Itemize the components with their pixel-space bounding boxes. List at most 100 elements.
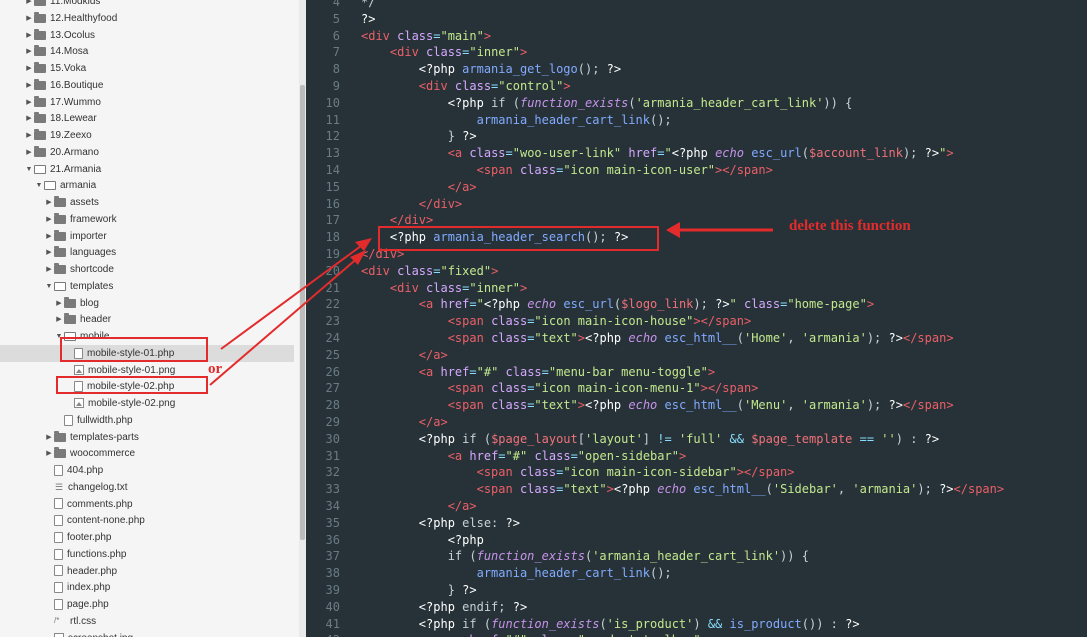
collapsed-arrow-icon[interactable]: ▶ xyxy=(44,261,54,278)
expanded-arrow-icon[interactable]: ▼ xyxy=(34,177,44,194)
collapsed-arrow-icon[interactable]: ▶ xyxy=(44,194,54,211)
code-editor[interactable]: 4 */5 ?> 6 <div class="main"> 7 <div class="i… xyxy=(306,0,1087,637)
expanded-arrow-icon[interactable]: ▼ xyxy=(24,161,34,178)
tree-folder-row[interactable]: ▶ blog xyxy=(54,295,99,312)
sidebar-scrollbar-thumb[interactable] xyxy=(300,85,305,540)
collapsed-arrow-icon[interactable]: ▶ xyxy=(24,94,34,111)
code-line[interactable]: 12 } ?> xyxy=(306,128,1087,145)
tree-folder-row[interactable]: ▶ 14.Mosa xyxy=(24,43,88,60)
tree-folder-row[interactable]: ▶ 18.Lewear xyxy=(24,110,97,127)
tree-file-row[interactable]: screenshot.jpg xyxy=(44,630,133,637)
tree-folder-row[interactable]: ▶ 16.Boutique xyxy=(24,77,103,94)
collapsed-arrow-icon[interactable]: ▶ xyxy=(24,43,34,60)
code-line[interactable]: 25 </a> xyxy=(306,347,1087,364)
code-line[interactable]: 34 </a> xyxy=(306,498,1087,515)
code-line[interactable]: 6 <div class="main"> xyxy=(306,28,1087,45)
code-line[interactable]: 24 <span class="text"><?php echo esc_htm… xyxy=(306,330,1087,347)
tree-file-row[interactable]: content-none.php xyxy=(44,512,145,529)
tree-folder-row[interactable]: ▶ 11.Modkids xyxy=(24,0,100,10)
code-line[interactable]: 13 <a class="woo-user-link" href="<?php … xyxy=(306,145,1087,162)
code-line[interactable]: 10 <?php if (function_exists('armania_he… xyxy=(306,95,1087,112)
code-line[interactable]: 20 <div class="fixed"> xyxy=(306,263,1087,280)
tree-folder-row[interactable]: ▶ shortcode xyxy=(44,261,114,278)
collapsed-arrow-icon[interactable]: ▶ xyxy=(44,211,54,228)
collapsed-arrow-icon[interactable]: ▶ xyxy=(44,244,54,261)
code-line[interactable]: 23 <span class="icon main-icon-house"></… xyxy=(306,313,1087,330)
sidebar-scrollbar[interactable] xyxy=(299,0,306,637)
collapsed-arrow-icon[interactable]: ▶ xyxy=(24,60,34,77)
code-line[interactable]: 8 <?php armania_get_logo(); ?> xyxy=(306,61,1087,78)
tree-folder-row[interactable]: ▶ 15.Voka xyxy=(24,60,86,77)
tree-folder-row[interactable]: ▶ framework xyxy=(44,211,117,228)
expanded-arrow-icon[interactable]: ▼ xyxy=(44,278,54,295)
code-line[interactable]: 37 if (function_exists('armania_header_c… xyxy=(306,548,1087,565)
code-line[interactable]: 30 <?php if ($page_layout['layout'] != '… xyxy=(306,431,1087,448)
tree-folder-row[interactable]: ▶ woocommerce xyxy=(44,445,135,462)
code-line[interactable]: 21 <div class="inner"> xyxy=(306,280,1087,297)
code-line[interactable]: 26 <a href="#" class="menu-bar menu-togg… xyxy=(306,364,1087,381)
code-line[interactable]: 15 </a> xyxy=(306,179,1087,196)
code-line[interactable]: 29 </a> xyxy=(306,414,1087,431)
tree-folder-row[interactable]: ▶ 12.Healthyfood xyxy=(24,10,117,27)
collapsed-arrow-icon[interactable]: ▶ xyxy=(44,228,54,245)
collapsed-arrow-icon[interactable]: ▶ xyxy=(24,127,34,144)
tree-file-row[interactable]: comments.php xyxy=(44,496,133,513)
tree-file-row[interactable]: /* rtl.css xyxy=(44,613,96,630)
tree-file-row[interactable]: functions.php xyxy=(44,546,127,563)
code-line[interactable]: 41 <?php if (function_exists('is_product… xyxy=(306,616,1087,633)
collapsed-arrow-icon[interactable]: ▶ xyxy=(44,429,54,446)
code-token: (); xyxy=(649,566,672,581)
code-line[interactable]: 5 ?> xyxy=(306,11,1087,28)
tree-file-row[interactable]: fullwidth.php xyxy=(54,412,133,429)
tree-file-row[interactable]: mobile-style-02.png xyxy=(64,395,175,412)
code-token: $account_link xyxy=(809,146,903,161)
tree-folder-row[interactable]: ▼ templates xyxy=(44,278,114,295)
code-line[interactable]: 7 <div class="inner"> xyxy=(306,44,1087,61)
collapsed-arrow-icon[interactable]: ▶ xyxy=(54,295,64,312)
tree-folder-row[interactable]: ▶ languages xyxy=(44,244,116,261)
tree-file-row[interactable]: header.php xyxy=(44,563,117,580)
collapsed-arrow-icon[interactable]: ▶ xyxy=(24,110,34,127)
code-line[interactable]: 39 } ?> xyxy=(306,582,1087,599)
tree-folder-row[interactable]: ▶ importer xyxy=(44,228,107,245)
code-line[interactable]: 4 */ xyxy=(306,0,1087,11)
tree-folder-row[interactable]: ▶ assets xyxy=(44,194,99,211)
tree-folder-row[interactable]: ▶ 19.Zeexo xyxy=(24,127,92,144)
code-line[interactable]: 11 armania_header_cart_link(); xyxy=(306,112,1087,129)
collapsed-arrow-icon[interactable]: ▶ xyxy=(24,10,34,27)
tree-file-row[interactable]: 404.php xyxy=(44,462,103,479)
tree-file-row[interactable]: footer.php xyxy=(44,529,111,546)
tree-file-row[interactable]: ☰ changelog.txt xyxy=(44,479,128,496)
tree-file-row[interactable]: page.php xyxy=(44,596,109,613)
collapsed-arrow-icon[interactable]: ▶ xyxy=(24,0,34,10)
tree-folder-row[interactable]: ▶ header xyxy=(54,311,111,328)
code-line[interactable]: 32 <span class="icon main-icon-sidebar">… xyxy=(306,464,1087,481)
code-line[interactable]: 35 <?php else: ?> xyxy=(306,515,1087,532)
collapsed-arrow-icon[interactable]: ▶ xyxy=(54,311,64,328)
code-line[interactable]: 42 <a href="#" class="product-toolbar"> xyxy=(306,632,1087,637)
code-line[interactable]: 36 <?php xyxy=(306,532,1087,549)
tree-folder-row[interactable]: ▼ 21.Armania xyxy=(24,161,102,178)
tree-file-row[interactable]: index.php xyxy=(44,579,110,596)
code-token: ); xyxy=(902,146,925,161)
code-line[interactable]: 33 <span class="text"><?php echo esc_htm… xyxy=(306,481,1087,498)
collapsed-arrow-icon[interactable]: ▶ xyxy=(24,77,34,94)
code-line[interactable]: 28 <span class="text"><?php echo esc_htm… xyxy=(306,397,1087,414)
code-line[interactable]: 38 armania_header_cart_link(); xyxy=(306,565,1087,582)
code-line[interactable]: 22 <a href="<?php echo esc_url($logo_lin… xyxy=(306,296,1087,313)
collapsed-arrow-icon[interactable]: ▶ xyxy=(24,27,34,44)
tree-folder-row[interactable]: ▶ templates-parts xyxy=(44,429,139,446)
tree-folder-row[interactable]: ▶ 13.Ocolus xyxy=(24,27,95,44)
tree-folder-row[interactable]: ▶ 17.Wummo xyxy=(24,94,101,111)
collapsed-arrow-icon[interactable]: ▶ xyxy=(44,445,54,462)
code-line[interactable]: 14 <span class="icon main-icon-user"></s… xyxy=(306,162,1087,179)
code-line[interactable]: 27 <span class="icon main-icon-menu-1"><… xyxy=(306,380,1087,397)
tree-folder-row[interactable]: ▼ armania xyxy=(34,177,97,194)
tree-folder-row[interactable]: ▶ 20.Armano xyxy=(24,144,99,161)
code-line[interactable]: 16 </div> xyxy=(306,196,1087,213)
code-token: = xyxy=(570,448,578,463)
code-line[interactable]: 31 <a href="#" class="open-sidebar"> xyxy=(306,448,1087,465)
code-line[interactable]: 40 <?php endif; ?> xyxy=(306,599,1087,616)
code-line[interactable]: 9 <div class="control"> xyxy=(306,78,1087,95)
collapsed-arrow-icon[interactable]: ▶ xyxy=(24,144,34,161)
